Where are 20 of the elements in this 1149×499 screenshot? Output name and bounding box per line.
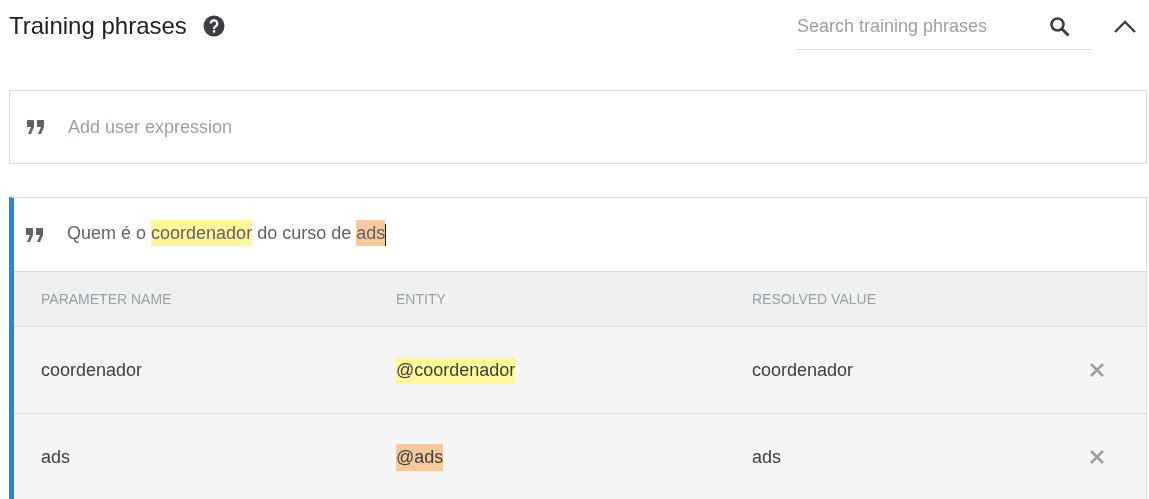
column-header: PARAMETER NAME [41, 291, 173, 307]
training-phrase[interactable]: Quem é o coordenador do curso de ads [67, 223, 387, 246]
parameter-name[interactable]: ads [41, 446, 396, 468]
section-title: Training phrases [9, 12, 187, 40]
help-icon[interactable] [202, 15, 225, 37]
quote-icon [26, 119, 46, 135]
column-header: RESOLVED VALUE [752, 291, 877, 307]
close-icon [1090, 450, 1104, 464]
close-icon [1090, 363, 1104, 377]
search-icon[interactable] [1049, 15, 1071, 38]
quote-icon [25, 226, 45, 243]
chevron-icon [1113, 18, 1137, 34]
search-field[interactable]: Search training phrases [797, 16, 1041, 37]
column-header: ENTITY [396, 291, 447, 307]
expression-box[interactable]: Add user expression [9, 90, 1147, 164]
resolved-value[interactable]: ads [752, 446, 1086, 468]
entity-tag[interactable]: @coordenador [396, 356, 516, 384]
entity-tag[interactable]: @ads [396, 443, 444, 471]
parameter-name[interactable]: coordenador [41, 359, 396, 381]
resolved-value[interactable]: coordenador [752, 359, 1086, 381]
